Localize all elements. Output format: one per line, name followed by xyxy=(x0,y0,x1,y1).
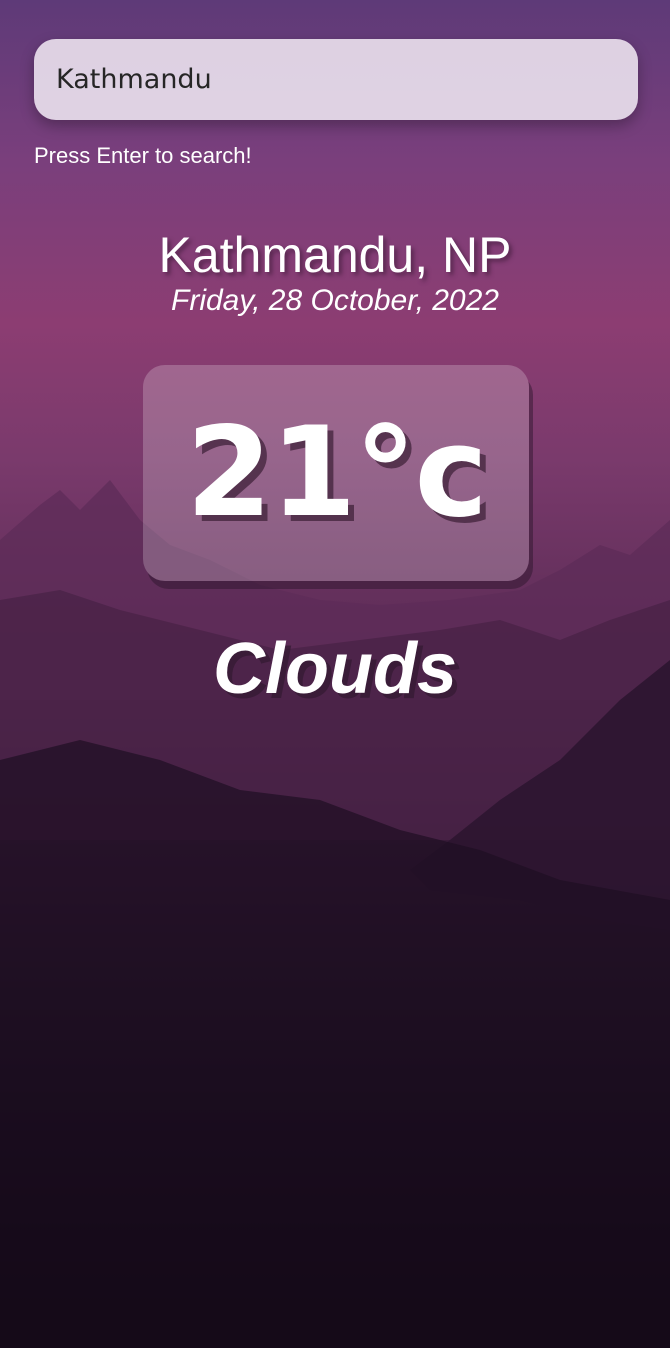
search-input[interactable] xyxy=(34,39,638,120)
search-hint-text: Press Enter to search! xyxy=(34,143,252,168)
location-title: Kathmandu, NP xyxy=(158,227,512,283)
temperature-card: 21°c xyxy=(143,365,529,581)
current-date: Friday, 28 October, 2022 xyxy=(171,284,499,317)
temperature-value: 21°c xyxy=(185,401,488,545)
weather-condition: Clouds xyxy=(213,629,457,709)
